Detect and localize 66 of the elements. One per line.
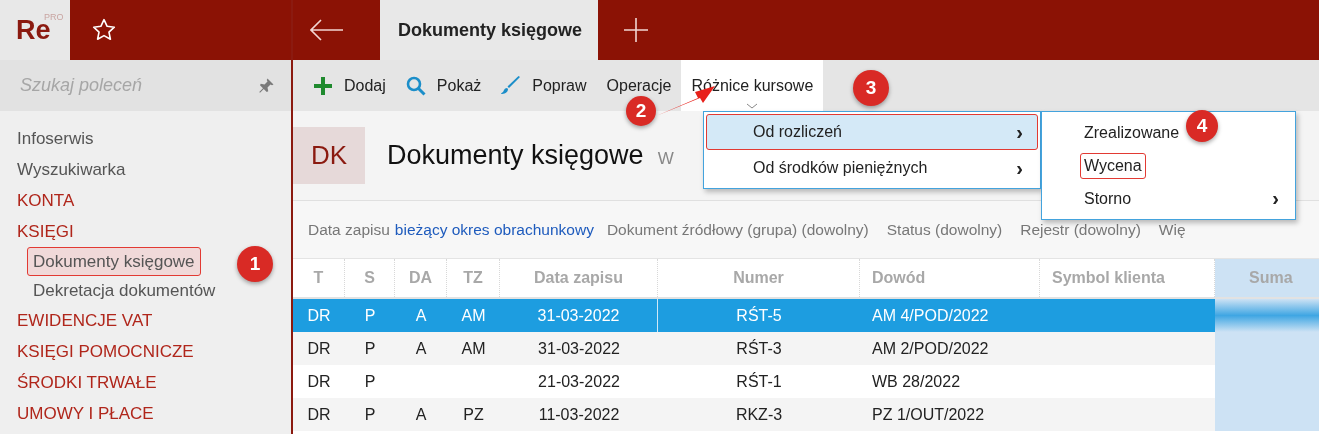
- toolbar-button[interactable]: Różnice kursowe: [681, 60, 824, 111]
- page-subtitle: W: [657, 148, 674, 169]
- table-cell: P: [364, 339, 376, 358]
- table-cell: AM: [461, 306, 486, 325]
- table-cell: PZ: [463, 405, 484, 424]
- table-cell: AM 4/POD/2022: [872, 306, 989, 325]
- table-cell: WB 28/2022: [872, 372, 961, 391]
- table-cell: RKZ-3: [735, 405, 783, 424]
- table-cell: P: [364, 405, 376, 424]
- table-cell: DR: [307, 339, 331, 358]
- sidebar-item[interactable]: Dokumenty księgowe: [27, 247, 201, 276]
- plus-icon[interactable]: [624, 18, 649, 42]
- sidebar-item[interactable]: Dekretacja dokumentów: [27, 276, 222, 305]
- table-cell: RŚT-5: [736, 306, 782, 325]
- star-icon[interactable]: [91, 17, 117, 43]
- toolbar-button[interactable]: Popraw: [491, 60, 597, 111]
- sidebar-item[interactable]: Wyszukiwarka: [0, 154, 291, 185]
- search-icon: [405, 75, 426, 96]
- back-arrow-icon[interactable]: [310, 19, 344, 41]
- menu-item[interactable]: Storno: [1084, 189, 1132, 208]
- table-cell: A: [415, 339, 427, 358]
- pin-icon[interactable]: [257, 76, 275, 95]
- table-cell: A: [415, 306, 427, 325]
- sidebar-item[interactable]: UMOWY I PŁACE: [0, 398, 291, 429]
- table-cell: DR: [307, 372, 331, 391]
- menu-item[interactable]: Zrealizowane: [1084, 123, 1180, 142]
- table-cell: P: [364, 306, 376, 325]
- toolbar-button[interactable]: Pokaż: [395, 60, 492, 111]
- sidebar-item[interactable]: KONTA: [0, 185, 291, 216]
- filter-link[interactable]: bieżący okres obrachunkowy: [394, 220, 594, 239]
- menu-item[interactable]: Wycena: [1080, 152, 1146, 179]
- sidebar-item[interactable]: EWIDENCJE VAT: [0, 305, 291, 336]
- filter-label[interactable]: Rejestr (dowolny): [1020, 220, 1141, 239]
- toolbar-button[interactable]: Dodaj: [303, 60, 396, 111]
- brush-icon: [501, 75, 522, 96]
- tab[interactable]: Dokumenty księgowe: [380, 0, 599, 60]
- table-cell: AM: [461, 339, 486, 358]
- table-cell: DR: [307, 306, 331, 325]
- filter-label[interactable]: Dokument źródłowy (grupa) (dowolny): [606, 220, 869, 239]
- table-cell: RŚT-1: [736, 372, 782, 391]
- table-cell: PZ 1/OUT/2022: [872, 405, 985, 424]
- table-cell: 31-03-2022: [538, 339, 620, 358]
- table-cell: A: [415, 405, 427, 424]
- sidebar-item[interactable]: ŚRODKI TRWAŁE: [0, 367, 291, 398]
- filter-label[interactable]: Wię: [1158, 220, 1186, 239]
- submenu-arrow[interactable]: ›: [1272, 187, 1279, 210]
- chevron-down-icon: [746, 103, 759, 109]
- document-type-badge: DK: [293, 127, 365, 184]
- sidebar-item[interactable]: KSIĘGI: [0, 216, 291, 247]
- filter-label[interactable]: Data zapisu: [308, 220, 390, 239]
- filter-label[interactable]: Status (dowolny): [886, 220, 1003, 239]
- table-cell: RŚT-3: [736, 339, 782, 358]
- table-cell: 31-03-2022: [537, 306, 620, 325]
- menu-item[interactable]: Od rozliczeń ›: [706, 114, 1038, 150]
- table-cell: DR: [307, 405, 331, 424]
- page-title: Dokumenty księgowe: [387, 140, 644, 171]
- table-cell: AM 2/POD/2022: [872, 339, 989, 358]
- sidebar-item[interactable]: Infoserwis: [0, 123, 291, 154]
- table-cell: P: [364, 372, 376, 391]
- sidebar-item[interactable]: KSIĘGI POMOCNICZE: [0, 336, 291, 367]
- search-field[interactable]: Szukaj poleceń: [0, 60, 291, 111]
- search-input[interactable]: Szukaj poleceń: [18, 74, 257, 97]
- table-cell: 21-03-2022: [538, 372, 620, 391]
- plus-icon: [313, 75, 333, 96]
- table-cell: 11-03-2022: [538, 405, 620, 424]
- menu-item[interactable]: Od środków pieniężnych ›: [706, 150, 1038, 186]
